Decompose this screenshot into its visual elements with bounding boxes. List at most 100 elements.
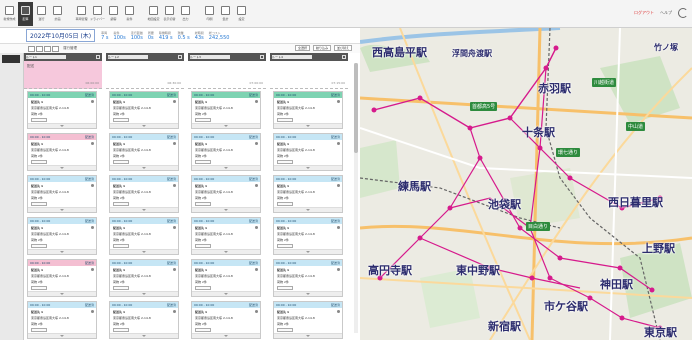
card-tag[interactable] <box>113 244 129 248</box>
select-all-button[interactable]: 全選択 <box>294 45 310 51</box>
pin-icon[interactable] <box>91 310 94 313</box>
chevron-down-icon[interactable] <box>142 167 146 170</box>
column-dropdown-icon[interactable] <box>178 55 182 59</box>
delivery-card[interactable]: 09:00 - 10:00 配送済 配送先 1 東京都豊島区南大塚 2-14-8 荷物 … <box>191 217 261 255</box>
toolbar-button[interactable]: 車両管理 <box>74 2 89 26</box>
delivery-card[interactable]: 09:00 - 10:00 配送済 配送先 1 東京都豊島区南大塚 2-14-8 荷物 … <box>109 259 179 297</box>
delivery-card[interactable]: 09:00 - 10:00 配送済 配送先 1 東京都豊島区南大塚 2-14-8 荷物 … <box>273 133 343 171</box>
delivery-card[interactable]: 09:00 - 10:00 配送済 配送先 1 東京都豊島区南大塚 2-14-8 荷物 … <box>27 91 97 129</box>
sort-select[interactable]: 並び替え <box>333 45 352 51</box>
toolbar-button[interactable]: 地図設定 <box>146 2 161 26</box>
chevron-down-icon[interactable] <box>306 335 310 338</box>
toolbar-button[interactable]: 印刷 <box>202 2 217 26</box>
chevron-down-icon[interactable] <box>306 293 310 296</box>
card-tag[interactable] <box>31 286 47 290</box>
chevron-down-icon[interactable] <box>60 335 64 338</box>
delivery-card[interactable]: 09:00 - 10:00 配送済 配送先 1 東京都豊島区南大塚 2-14-8 荷物 … <box>273 259 343 297</box>
chevron-down-icon[interactable] <box>224 209 228 212</box>
help-link[interactable]: ヘルプ <box>660 10 672 16</box>
card-tag[interactable] <box>277 118 293 122</box>
chevron-down-icon[interactable] <box>224 167 228 170</box>
delivery-card[interactable]: 09:00 - 10:00 配送済 配送先 1 東京都豊島区南大塚 2-14-8 荷物 … <box>109 133 179 171</box>
pin-icon[interactable] <box>255 226 258 229</box>
pin-icon[interactable] <box>337 310 340 313</box>
pin-icon[interactable] <box>337 268 340 271</box>
delivery-card[interactable]: 09:00 - 10:00 配送済 配送先 1 東京都豊島区南大塚 2-14-8 荷物 … <box>191 91 261 129</box>
logout-link[interactable]: ログアウト <box>634 10 654 16</box>
card-tag[interactable] <box>277 286 293 290</box>
card-tag[interactable] <box>113 202 129 206</box>
filter-button[interactable] <box>52 45 59 52</box>
chevron-down-icon[interactable] <box>60 251 64 254</box>
date-selector[interactable]: 2022年10月05日 (木) <box>26 29 96 42</box>
chevron-down-icon[interactable] <box>224 125 228 128</box>
card-tag[interactable] <box>113 286 129 290</box>
next-button[interactable] <box>36 45 43 52</box>
card-tag[interactable] <box>31 160 47 164</box>
chevron-down-icon[interactable] <box>142 251 146 254</box>
delivery-card[interactable]: 09:00 - 10:00 配送済 配送先 1 東京都豊島区南大塚 2-14-8 荷物 … <box>191 175 261 213</box>
delivery-card[interactable]: 09:00 - 10:00 配送済 配送先 1 東京都豊島区南大塚 2-14-8 荷物 … <box>109 175 179 213</box>
delivery-card[interactable]: 09:00 - 10:00 配送済 配送先 1 東京都豊島区南大塚 2-14-8 荷物 … <box>109 91 179 129</box>
card-tag[interactable] <box>277 160 293 164</box>
card-tag[interactable] <box>195 244 211 248</box>
column-dropdown-icon[interactable] <box>342 55 346 59</box>
delivery-card[interactable]: 09:00 - 10:00 配送済 配送先 1 東京都豊島区南大塚 2-14-8 荷物 … <box>109 217 179 255</box>
card-tag[interactable] <box>113 118 129 122</box>
toolbar-button[interactable]: 案件 <box>122 2 137 26</box>
pin-icon[interactable] <box>91 226 94 229</box>
pin-icon[interactable] <box>255 310 258 313</box>
card-tag[interactable] <box>195 118 211 122</box>
zoom-button[interactable] <box>44 45 51 52</box>
chevron-down-icon[interactable] <box>60 293 64 296</box>
pin-icon[interactable] <box>173 100 176 103</box>
refresh-icon[interactable] <box>678 8 688 18</box>
chevron-down-icon[interactable] <box>306 167 310 170</box>
card-tag[interactable] <box>31 202 47 206</box>
filter-select[interactable]: 絞り込み <box>312 45 331 51</box>
prev-button[interactable] <box>28 45 35 52</box>
chevron-down-icon[interactable] <box>142 335 146 338</box>
pin-icon[interactable] <box>337 142 340 145</box>
chevron-down-icon[interactable] <box>306 251 310 254</box>
pin-icon[interactable] <box>91 100 94 103</box>
pin-icon[interactable] <box>255 100 258 103</box>
pin-icon[interactable] <box>91 142 94 145</box>
pin-icon[interactable] <box>255 268 258 271</box>
pin-icon[interactable] <box>173 268 176 271</box>
column-header[interactable]: ルート2 <box>106 53 184 61</box>
chevron-down-icon[interactable] <box>60 167 64 170</box>
chevron-down-icon[interactable] <box>142 209 146 212</box>
scrollbar-thumb[interactable] <box>354 63 358 153</box>
delivery-card[interactable]: 09:00 - 10:00 配送済 配送先 1 東京都豊島区南大塚 2-14-8 荷物 … <box>191 301 261 339</box>
card-tag[interactable] <box>31 244 47 248</box>
toolbar-button[interactable]: 集計 <box>218 2 233 26</box>
toolbar-button[interactable]: 表示切替 <box>162 2 177 26</box>
pin-icon[interactable] <box>337 226 340 229</box>
chevron-down-icon[interactable] <box>306 209 310 212</box>
chevron-down-icon[interactable] <box>224 293 228 296</box>
delivery-card[interactable]: 09:00 - 10:00 配送済 配送先 1 東京都豊島区南大塚 2-14-8 荷物 … <box>191 259 261 297</box>
route-map[interactable]: 西高島平駅 浮間舟渡駅 赤羽駅 十条駅 練馬駅 池袋駅 西日暮里駅 高円寺駅 東… <box>360 28 692 340</box>
delivery-card[interactable]: 09:00 - 10:00 配送済 配送先 1 東京都豊島区南大塚 2-14-8 荷物 … <box>27 133 97 171</box>
column-header[interactable]: ルート3 <box>188 53 266 61</box>
chevron-down-icon[interactable] <box>224 251 228 254</box>
card-tag[interactable] <box>277 328 293 332</box>
toolbar-button[interactable]: 新規作成 <box>2 2 17 26</box>
pin-icon[interactable] <box>173 184 176 187</box>
delivery-card[interactable]: 09:00 - 10:00 配送済 配送先 1 東京都豊島区南大塚 2-14-8 荷物 … <box>273 175 343 213</box>
side-tag[interactable] <box>2 55 20 63</box>
pin-icon[interactable] <box>337 184 340 187</box>
toolbar-button[interactable]: 計画 <box>50 2 65 26</box>
column-header[interactable]: ルート1 <box>24 53 102 61</box>
chevron-down-icon[interactable] <box>142 125 146 128</box>
chevron-down-icon[interactable] <box>60 209 64 212</box>
column-header[interactable]: ルート4 <box>270 53 348 61</box>
toolbar-button[interactable]: 配車 <box>18 1 33 26</box>
delivery-card[interactable]: 09:00 - 10:00 配送済 配送先 1 東京都豊島区南大塚 2-14-8 荷物 … <box>191 133 261 171</box>
column-dropdown-icon[interactable] <box>260 55 264 59</box>
toolbar-button[interactable]: 設定 <box>234 2 249 26</box>
chevron-down-icon[interactable] <box>306 125 310 128</box>
pin-icon[interactable] <box>173 142 176 145</box>
pin-icon[interactable] <box>255 142 258 145</box>
